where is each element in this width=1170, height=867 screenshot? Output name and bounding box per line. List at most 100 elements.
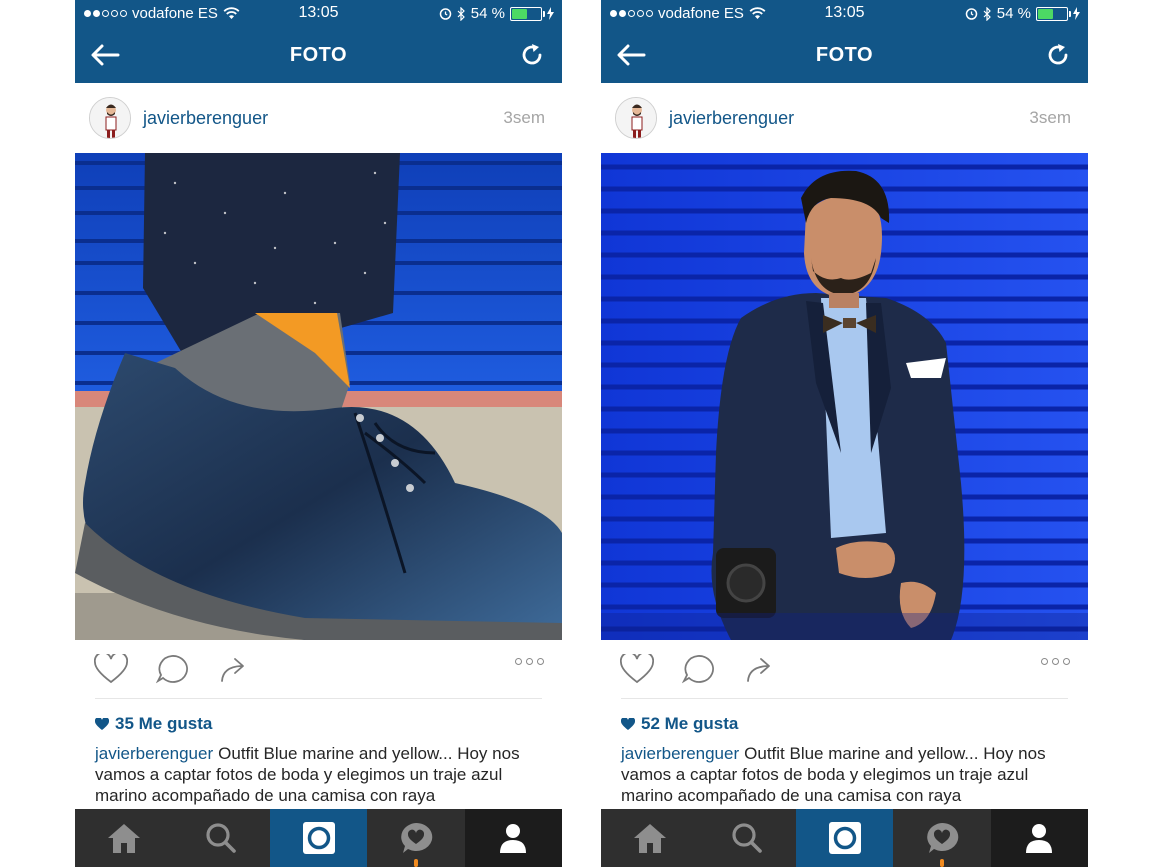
arrow-left-icon: [91, 44, 120, 66]
back-button[interactable]: [615, 39, 647, 71]
post-time: 3sem: [1029, 108, 1071, 127]
share-icon: [747, 658, 770, 682]
caption-username[interactable]: javierberenguer: [621, 744, 739, 763]
alarm-icon: [965, 8, 978, 20]
page-title: FOTO: [815, 43, 874, 66]
bluetooth-icon: [983, 6, 991, 21]
activity-icon: [401, 822, 433, 853]
back-button[interactable]: [89, 39, 121, 71]
post-time: 3sem: [503, 108, 545, 127]
tab-profile[interactable]: [990, 809, 1088, 867]
tab-home[interactable]: [75, 809, 173, 867]
heart-icon: [620, 654, 654, 684]
post-actions: [601, 640, 1088, 698]
tab-profile[interactable]: [464, 809, 562, 867]
signal-icon: [610, 10, 653, 17]
post-caption: javierberenguer Outfit Blue marine and ye…: [621, 743, 1068, 806]
likes-count[interactable]: 52 Me gusta: [621, 714, 1068, 734]
post-actions: [75, 640, 562, 698]
home-icon: [107, 824, 140, 853]
status-bar: vodafone ES 54 %: [601, 0, 1088, 27]
like-button[interactable]: [618, 650, 656, 688]
nav-bar: FOTO: [601, 27, 1088, 83]
battery-icon: [510, 6, 545, 21]
user-illustration-icon: [616, 98, 656, 138]
post-username[interactable]: javierberenguer: [143, 108, 268, 129]
avatar[interactable]: [615, 97, 657, 139]
signal-icon: [84, 10, 127, 17]
tab-activity[interactable]: [893, 809, 991, 867]
battery-icon: [1036, 6, 1071, 21]
camera-icon: [302, 822, 335, 854]
divider: [95, 698, 542, 699]
top-bar: vodafone ES 54 % 13:05 FOTO: [75, 0, 562, 83]
portrait-photo: [601, 153, 1088, 640]
battery-percent: 54 %: [996, 5, 1031, 22]
comment-button[interactable]: [153, 650, 191, 688]
post-photo[interactable]: [601, 153, 1088, 640]
page-title: FOTO: [289, 43, 348, 66]
carrier-label: vodafone ES: [132, 5, 218, 22]
profile-icon: [1026, 824, 1053, 853]
refresh-icon: [1048, 44, 1068, 65]
tab-bar: [601, 809, 1088, 867]
tab-home[interactable]: [601, 809, 699, 867]
activity-icon: [927, 822, 959, 853]
caption-username[interactable]: javierberenguer: [95, 744, 213, 763]
camera-icon: [828, 822, 861, 854]
refresh-button[interactable]: [516, 39, 548, 71]
notification-indicator: [413, 859, 418, 867]
charging-icon: [547, 7, 554, 20]
user-illustration-icon: [90, 98, 130, 138]
status-bar: vodafone ES 54 %: [75, 0, 562, 27]
nav-bar: FOTO: [75, 27, 562, 83]
comment-icon: [156, 655, 188, 684]
post-header: javierberenguer 3sem: [601, 83, 1088, 153]
arrow-left-icon: [617, 44, 646, 66]
wifi-icon: [223, 7, 240, 19]
likes-label: 52 Me gusta: [641, 714, 739, 733]
home-icon: [633, 824, 666, 853]
likes-label: 35 Me gusta: [115, 714, 213, 733]
post-username[interactable]: javierberenguer: [669, 108, 794, 129]
divider: [621, 698, 1068, 699]
comment-icon: [682, 655, 714, 684]
profile-icon: [500, 824, 527, 853]
tab-search[interactable]: [172, 809, 270, 867]
shoe-photo: [75, 153, 562, 640]
comment-button[interactable]: [679, 650, 717, 688]
refresh-button[interactable]: [1042, 39, 1074, 71]
top-bar: vodafone ES 54 % 13:05 FOTO: [601, 0, 1088, 83]
more-icon[interactable]: [1041, 658, 1070, 665]
alarm-icon: [439, 8, 452, 20]
tab-camera[interactable]: [795, 809, 894, 867]
refresh-icon: [522, 44, 542, 65]
carrier-label: vodafone ES: [658, 5, 744, 22]
phone-screen-right: vodafone ES 54 % 13:05 FOTO javierbereng…: [601, 0, 1088, 867]
avatar[interactable]: [89, 97, 131, 139]
more-icon[interactable]: [515, 658, 544, 665]
notification-indicator: [939, 859, 944, 867]
battery-percent: 54 %: [470, 5, 505, 22]
tab-search[interactable]: [698, 809, 796, 867]
post-caption: javierberenguer Outfit Blue marine and ye…: [95, 743, 542, 806]
search-icon: [206, 823, 236, 853]
post-header: javierberenguer 3sem: [75, 83, 562, 153]
wifi-icon: [749, 7, 766, 19]
search-icon: [732, 823, 762, 853]
charging-icon: [1073, 7, 1080, 20]
tab-camera[interactable]: [269, 809, 368, 867]
bluetooth-icon: [457, 6, 465, 21]
phone-screen-left: vodafone ES 54 % 13:05 FOTO javierbereng…: [75, 0, 562, 867]
post-photo[interactable]: [75, 153, 562, 640]
heart-filled-icon: [621, 717, 635, 730]
heart-filled-icon: [95, 717, 109, 730]
like-button[interactable]: [92, 650, 130, 688]
share-button[interactable]: [214, 650, 252, 688]
share-icon: [221, 658, 244, 682]
heart-icon: [94, 654, 128, 684]
share-button[interactable]: [740, 650, 778, 688]
tab-activity[interactable]: [367, 809, 465, 867]
tab-bar: [75, 809, 562, 867]
likes-count[interactable]: 35 Me gusta: [95, 714, 542, 734]
